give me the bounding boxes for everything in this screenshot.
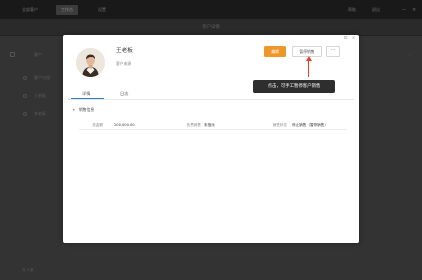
top-tab-settings[interactable]: 设置 xyxy=(98,5,106,15)
avatar-photo xyxy=(76,48,105,77)
field-value: 未指派 xyxy=(204,123,215,127)
row-radio-icon[interactable] xyxy=(23,112,27,116)
field-value: 停止销售（暂停销售） xyxy=(292,123,328,127)
tab-log[interactable]: 日志 xyxy=(120,91,128,97)
more-options-button[interactable]: ··· xyxy=(326,46,340,57)
row-radio-icon[interactable] xyxy=(23,94,27,98)
edit-button[interactable]: 编辑 xyxy=(264,46,286,57)
field-value: 200,000.00 xyxy=(114,123,135,127)
top-bar: 全部客户 工作台 设置 帮助 退出 − × xyxy=(0,0,422,19)
field-label: 总金额 xyxy=(92,123,103,127)
list-toggle-icon[interactable] xyxy=(10,52,15,57)
field-label: 负责销售 xyxy=(186,123,201,127)
sub-header: 客户详情 xyxy=(0,19,422,36)
sub-header-title: 客户详情 xyxy=(202,25,220,30)
logout-link[interactable]: 退出 xyxy=(372,5,380,15)
active-tab-indicator xyxy=(71,98,104,100)
close-window-icon[interactable]: × xyxy=(412,5,416,15)
tab-details[interactable]: 详情 xyxy=(82,91,90,97)
top-tab-workbench[interactable]: 工作台 xyxy=(56,5,78,15)
callout-arrow xyxy=(308,58,309,77)
section-title[interactable]: 销售信息 xyxy=(79,107,94,113)
list-item[interactable]: 客户分组 xyxy=(34,75,50,81)
row-radio-icon[interactable] xyxy=(23,76,27,80)
customer-name: 王老板 xyxy=(116,48,133,54)
customer-tag: 客户来源 xyxy=(116,61,132,66)
close-modal-icon[interactable]: × xyxy=(351,36,356,42)
avatar xyxy=(76,48,105,77)
list-item[interactable]: 王老板 xyxy=(34,93,46,99)
minimize-icon[interactable]: − xyxy=(402,5,406,15)
sales-info-row: 总金额 200,000.00 负责销售 未指派 销售状态 停止销售（暂停销售） xyxy=(79,121,347,130)
list-header-label: 客户 xyxy=(34,52,42,57)
field-label: 销售状态 xyxy=(272,123,287,127)
top-tab-all-customers[interactable]: 全部客户 xyxy=(22,5,38,15)
customer-detail-modal: ⊡ × 王老板 客户来源 编辑 暂停销售 ··· 详情 日志 ▾ 销售信息 总金… xyxy=(63,35,359,243)
collapse-caret-icon[interactable]: ▾ xyxy=(73,107,75,113)
expand-icon[interactable]: › xyxy=(409,52,411,57)
background-list: 客户 客户分组 王老板 李老板 xyxy=(0,36,60,280)
maximize-icon[interactable]: ⊡ xyxy=(343,36,348,42)
list-footer: 共 3 条 xyxy=(22,268,34,272)
hint-tooltip: 点击，可手工暂停客户销售 xyxy=(253,80,335,93)
list-item[interactable]: 李老板 xyxy=(34,111,46,117)
help-link[interactable]: 帮助 xyxy=(348,5,356,15)
